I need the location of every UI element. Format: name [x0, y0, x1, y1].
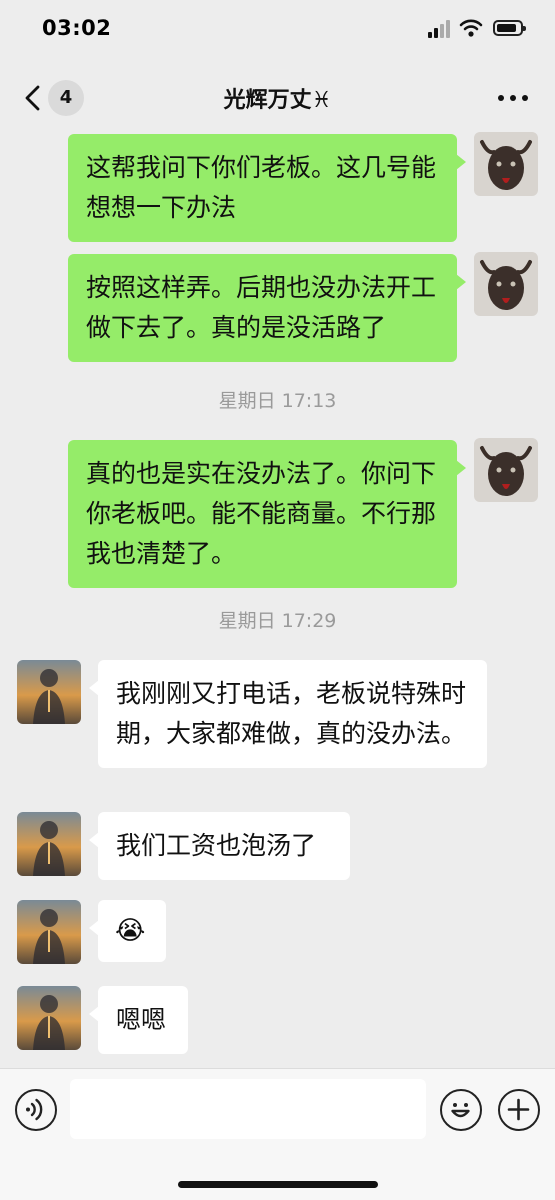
battery-icon: [493, 20, 526, 36]
message-timestamp: 星期日 17:13: [218, 390, 337, 412]
chat-header: 4 光辉万丈♓: [0, 66, 555, 130]
wifi-icon: [459, 18, 483, 38]
contact-avatar[interactable]: [17, 986, 81, 1050]
outgoing-message-bubble[interactable]: 真的也是实在没办法了。你问下你老板吧。能不能商量。不行那我也清楚了。: [68, 440, 466, 588]
emoji-icon[interactable]: [440, 1089, 482, 1131]
contact-avatar[interactable]: [17, 660, 81, 724]
signal-icon: [428, 20, 450, 38]
crying-emoji-icon: 😭: [115, 916, 146, 946]
incoming-message-bubble[interactable]: 嗯嗯: [89, 986, 188, 1054]
status-time: 03:02: [42, 16, 112, 40]
message-input[interactable]: [70, 1079, 426, 1139]
voice-icon[interactable]: [15, 1089, 57, 1131]
outgoing-message-bubble[interactable]: 按照这样弄。后期也没办法开工做下去了。真的是没活路了: [68, 254, 466, 362]
chat-input-bar: [0, 1068, 555, 1200]
chat-message-list[interactable]: 这帮我问下你们老板。这几号能想想一下办法 按照这样弄。后期也没办法开工做下去了。…: [0, 130, 555, 1068]
my-avatar[interactable]: [474, 132, 538, 196]
contact-avatar[interactable]: [17, 812, 81, 876]
plus-icon[interactable]: [498, 1089, 540, 1131]
home-indicator: [178, 1181, 378, 1188]
incoming-message-bubble[interactable]: 我们工资也泡汤了: [89, 812, 350, 880]
my-avatar[interactable]: [474, 438, 538, 502]
incoming-message-bubble[interactable]: 😭: [89, 900, 166, 962]
my-avatar[interactable]: [474, 252, 538, 316]
outgoing-message-bubble[interactable]: 这帮我问下你们老板。这几号能想想一下办法: [68, 134, 466, 242]
status-bar: 03:02: [0, 0, 555, 60]
contact-avatar[interactable]: [17, 900, 81, 964]
incoming-message-bubble[interactable]: 我刚刚又打电话，老板说特殊时期，大家都难做，真的没办法。: [89, 660, 487, 768]
chat-title: 光辉万丈♓: [223, 88, 332, 113]
more-icon[interactable]: [498, 95, 528, 103]
message-timestamp: 星期日 17:29: [218, 610, 337, 632]
